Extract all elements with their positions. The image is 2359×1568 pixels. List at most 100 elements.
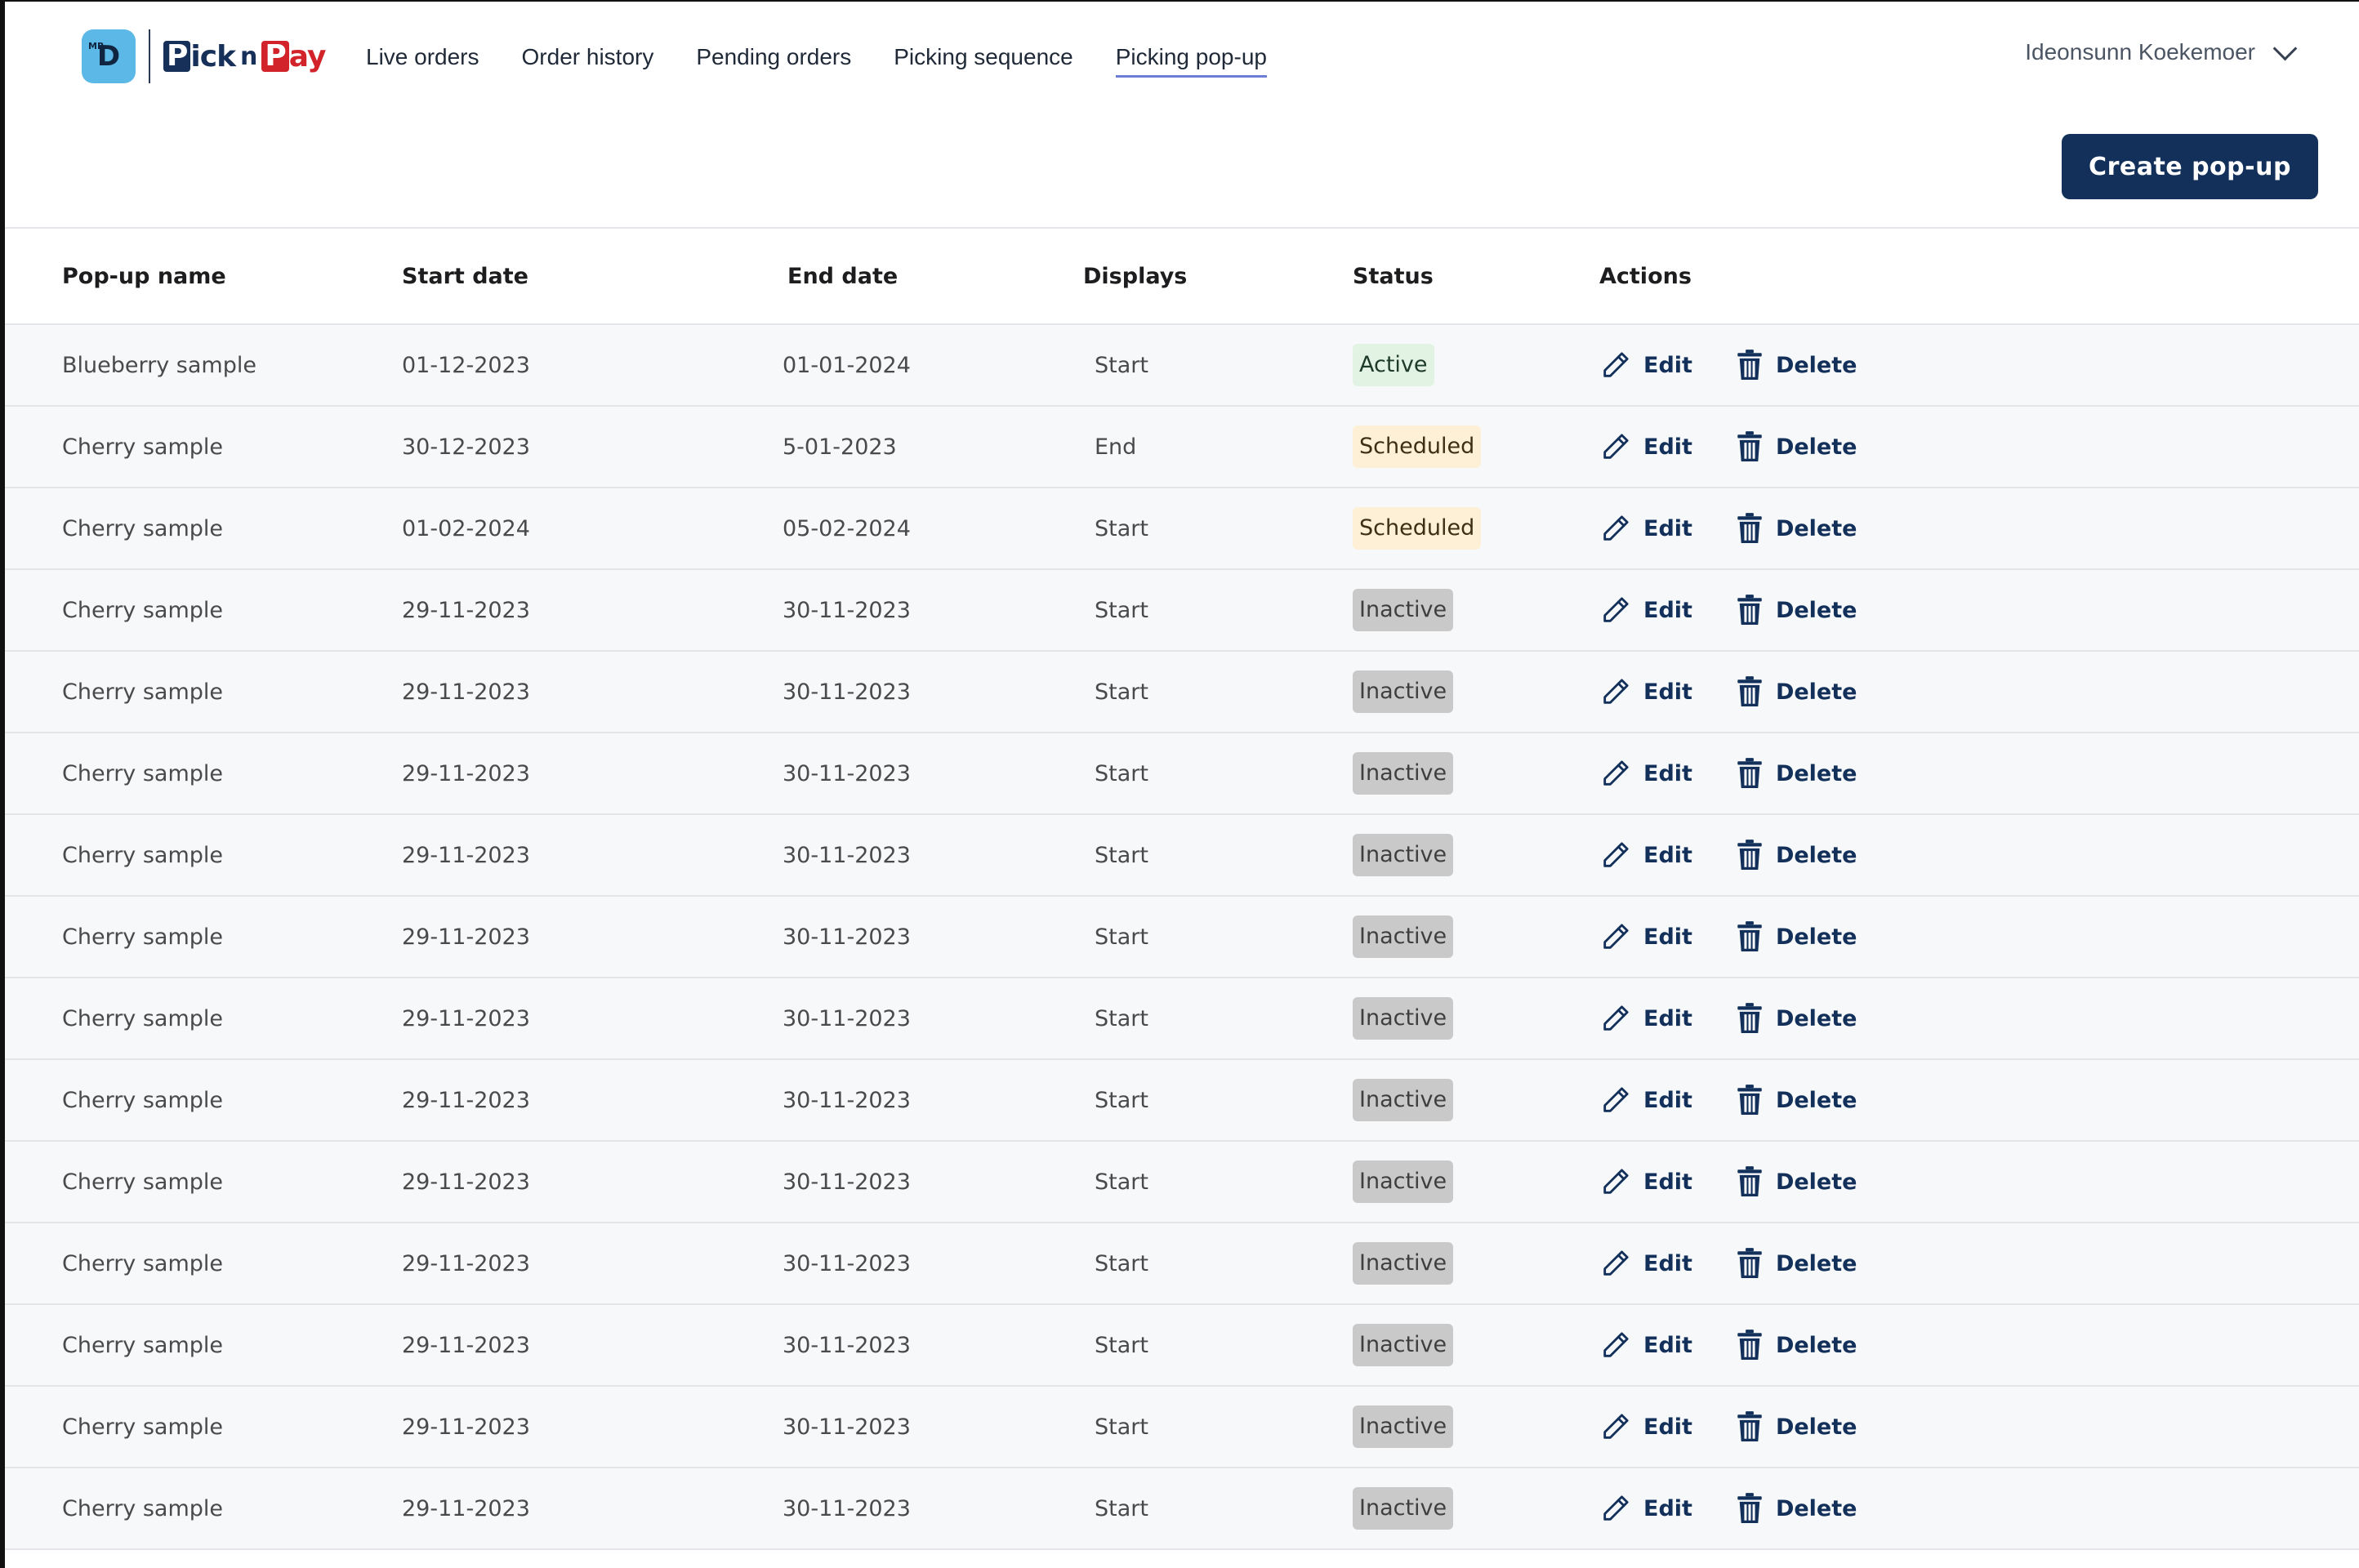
status-badge: Scheduled [1353, 507, 1482, 550]
delete-button[interactable]: Delete [1735, 839, 1857, 871]
user-menu[interactable]: Ideonsunn Koekemoer [2025, 36, 2298, 65]
pnp-logo-p: P [163, 41, 191, 72]
nav-picking-popup[interactable]: Picking pop-up [1115, 44, 1267, 78]
cell-start-date: 29-11-2023 [402, 651, 783, 733]
pencil-icon [1599, 1329, 1632, 1361]
cell-end-date: 30-11-2023 [783, 1468, 1083, 1550]
delete-label: Delete [1775, 352, 1857, 378]
nav-order-history[interactable]: Order history [522, 44, 654, 78]
edit-button[interactable]: Edit [1599, 430, 1692, 463]
pnp-logo-ay: ay [288, 39, 327, 74]
delete-button[interactable]: Delete [1735, 1247, 1857, 1280]
cell-start-date: 29-11-2023 [402, 896, 783, 978]
delete-label: Delete [1775, 1087, 1857, 1113]
delete-button[interactable]: Delete [1735, 349, 1857, 381]
edit-button[interactable]: Edit [1599, 1329, 1692, 1361]
pencil-icon [1599, 430, 1632, 463]
pencil-icon [1599, 349, 1632, 381]
cell-popup-name: Cherry sample [5, 896, 402, 978]
cell-end-date: 30-11-2023 [783, 978, 1083, 1060]
row-actions: Edit Delete [1599, 512, 2359, 545]
cell-popup-name: Cherry sample [5, 1141, 402, 1223]
table-row: Cherry sample 29-11-2023 30-11-2023 Start In… [5, 651, 2359, 733]
row-actions: Edit Delete [1599, 675, 2359, 708]
table-row: Cherry sample 29-11-2023 30-11-2023 Start In… [5, 1386, 2359, 1468]
mrd-logo: MR D [82, 29, 136, 83]
chevron-down-icon[interactable] [2272, 36, 2298, 60]
cell-displays: Start [1083, 488, 1353, 570]
table-row: Cherry sample 29-11-2023 30-11-2023 Start In… [5, 896, 2359, 978]
edit-label: Edit [1643, 434, 1692, 460]
edit-button[interactable]: Edit [1599, 920, 1692, 953]
delete-button[interactable]: Delete [1735, 594, 1857, 626]
delete-button[interactable]: Delete [1735, 512, 1857, 545]
pencil-icon [1599, 1002, 1632, 1035]
cell-displays: Start [1083, 978, 1353, 1060]
edit-button[interactable]: Edit [1599, 1492, 1692, 1525]
cell-status: Inactive [1353, 814, 1599, 897]
delete-label: Delete [1775, 1005, 1857, 1031]
edit-label: Edit [1643, 679, 1692, 705]
row-actions: Edit Delete [1599, 1002, 2359, 1035]
cell-status: Inactive [1353, 896, 1599, 978]
table-row: Cherry sample 29-11-2023 30-11-2023 Start In… [5, 1468, 2359, 1550]
edit-label: Edit [1643, 352, 1692, 378]
delete-button[interactable]: Delete [1735, 1410, 1857, 1443]
row-actions: Edit Delete [1599, 594, 2359, 626]
cell-popup-name: Cherry sample [5, 1386, 402, 1468]
edit-button[interactable]: Edit [1599, 675, 1692, 708]
delete-button[interactable]: Delete [1735, 1492, 1857, 1525]
status-badge: Inactive [1353, 589, 1454, 631]
edit-label: Edit [1643, 597, 1692, 623]
edit-button[interactable]: Edit [1599, 512, 1692, 545]
brand-logos[interactable]: MR D P ick n P ay [82, 28, 327, 85]
status-badge: Scheduled [1353, 425, 1482, 468]
delete-label: Delete [1775, 842, 1857, 868]
status-badge: Inactive [1353, 752, 1454, 795]
cell-popup-name: Cherry sample [5, 651, 402, 733]
cell-start-date: 29-11-2023 [402, 1304, 783, 1387]
delete-button[interactable]: Delete [1735, 757, 1857, 790]
pencil-icon [1599, 1247, 1632, 1280]
cell-status: Inactive [1353, 1304, 1599, 1387]
table-body: Blueberry sample 01-12-2023 01-01-2024 Star… [5, 324, 2359, 1550]
delete-button[interactable]: Delete [1735, 430, 1857, 463]
cell-end-date: 05-02-2024 [783, 488, 1083, 570]
trash-icon [1735, 430, 1764, 463]
cell-actions: Edit Delete [1599, 1304, 2359, 1387]
delete-label: Delete [1775, 597, 1857, 623]
delete-button[interactable]: Delete [1735, 1329, 1857, 1361]
delete-label: Delete [1775, 1250, 1857, 1276]
nav-picking-sequence[interactable]: Picking sequence [894, 44, 1072, 78]
delete-button[interactable]: Delete [1735, 1002, 1857, 1035]
nav-live-orders[interactable]: Live orders [366, 44, 479, 78]
trash-icon [1735, 594, 1764, 626]
cell-displays: Start [1083, 651, 1353, 733]
edit-button[interactable]: Edit [1599, 1002, 1692, 1035]
nav-pending-orders[interactable]: Pending orders [696, 44, 851, 78]
edit-button[interactable]: Edit [1599, 594, 1692, 626]
edit-button[interactable]: Edit [1599, 1084, 1692, 1116]
pencil-icon [1599, 512, 1632, 545]
delete-label: Delete [1775, 679, 1857, 705]
trash-icon [1735, 349, 1764, 381]
cell-popup-name: Cherry sample [5, 978, 402, 1060]
create-popup-button[interactable]: Create pop-up [2062, 134, 2318, 199]
delete-button[interactable]: Delete [1735, 675, 1857, 708]
cell-end-date: 30-11-2023 [783, 1059, 1083, 1142]
edit-button[interactable]: Edit [1599, 1247, 1692, 1280]
cell-end-date: 30-11-2023 [783, 1223, 1083, 1305]
edit-button[interactable]: Edit [1599, 839, 1692, 871]
edit-button[interactable]: Edit [1599, 1165, 1692, 1198]
delete-button[interactable]: Delete [1735, 1165, 1857, 1198]
cell-popup-name: Cherry sample [5, 733, 402, 815]
edit-button[interactable]: Edit [1599, 1410, 1692, 1443]
edit-button[interactable]: Edit [1599, 757, 1692, 790]
cell-start-date: 01-12-2023 [402, 324, 783, 407]
pencil-icon [1599, 757, 1632, 790]
delete-button[interactable]: Delete [1735, 920, 1857, 953]
edit-button[interactable]: Edit [1599, 349, 1692, 381]
delete-label: Delete [1775, 515, 1857, 541]
cell-status: Inactive [1353, 569, 1599, 652]
delete-button[interactable]: Delete [1735, 1084, 1857, 1116]
